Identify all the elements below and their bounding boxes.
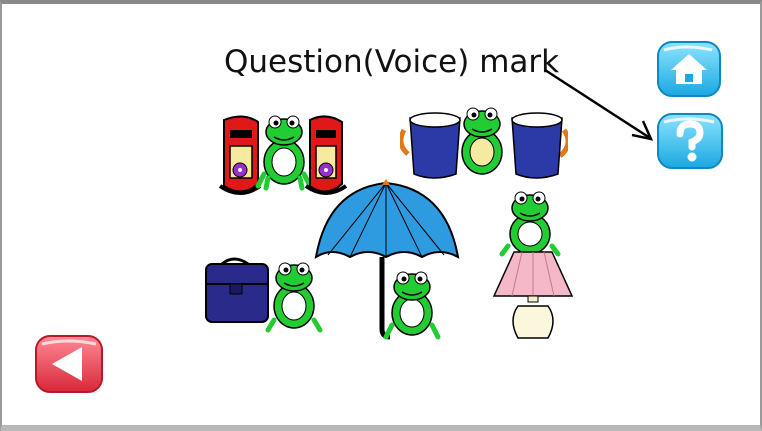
left-shoe bbox=[218, 115, 262, 195]
bag-with-frog[interactable] bbox=[202, 254, 330, 334]
picture-scene bbox=[2, 4, 760, 425]
bag bbox=[205, 257, 269, 323]
frog bbox=[265, 262, 323, 333]
help-button[interactable] bbox=[656, 112, 724, 170]
back-arrow-icon bbox=[35, 335, 103, 393]
lamp-with-frog[interactable] bbox=[492, 190, 574, 344]
left-cup bbox=[400, 112, 461, 179]
back-button[interactable] bbox=[34, 334, 104, 394]
right-cup bbox=[511, 112, 568, 179]
frog bbox=[255, 115, 313, 191]
lamp bbox=[492, 251, 574, 339]
home-button[interactable] bbox=[656, 40, 722, 98]
umbrella-with-frog[interactable] bbox=[314, 179, 460, 341]
home-icon bbox=[657, 41, 721, 97]
cups-with-frog[interactable] bbox=[400, 106, 568, 182]
question-mark-icon bbox=[657, 113, 723, 169]
frog bbox=[383, 271, 441, 340]
frog bbox=[499, 191, 561, 257]
umbrella bbox=[314, 179, 460, 340]
app-window: Question(Voice) mark bbox=[0, 0, 762, 431]
frog bbox=[461, 107, 503, 175]
